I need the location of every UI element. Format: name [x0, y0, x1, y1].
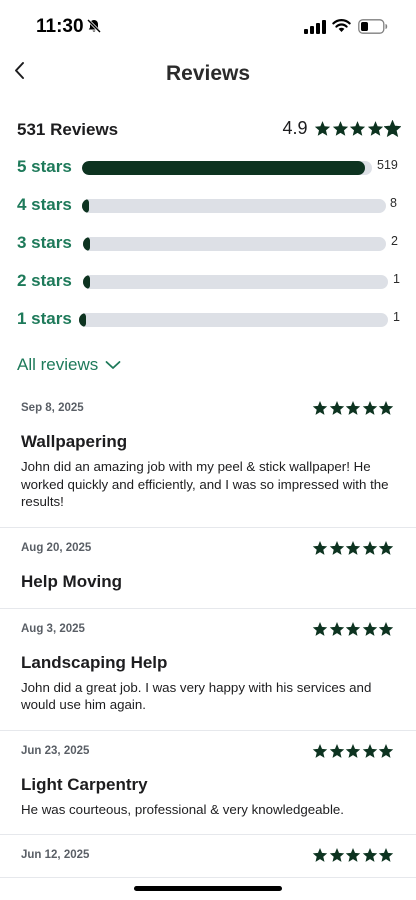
review-item: Jun 12, 2025: [0, 835, 416, 878]
review-count: 531 Reviews: [17, 120, 119, 139]
star-filled-icon: [312, 540, 328, 555]
star-filled-icon: [345, 540, 361, 555]
star-filled-icon: [329, 621, 344, 636]
rating-bar-fill: [82, 161, 366, 175]
star-filled-icon: [312, 621, 328, 636]
star-filled-icon: [349, 121, 366, 136]
star-filled-icon: [362, 621, 377, 636]
star-filled-icon: [312, 848, 328, 862]
star-filled-icon: [329, 743, 344, 758]
status-time: 11:30: [36, 16, 84, 37]
rating-bar-fill: [83, 275, 90, 289]
rating-bar-track: [83, 275, 388, 289]
review-item: Sep 8, 2025 Wallpapering John did an amazi…: [0, 388, 416, 528]
review-title: Help Moving: [21, 571, 123, 591]
rating-row-label: 5 stars: [17, 157, 72, 176]
star-filled-icon: [329, 540, 344, 555]
rating-row-count: 8: [390, 196, 397, 210]
star-filled-icon: [329, 401, 344, 415]
star-filled-icon: [329, 848, 344, 862]
rating-row-3-stars[interactable]: 3 stars 2: [17, 230, 401, 268]
rating-row-count: 1: [393, 272, 400, 286]
rating-bar-track: [82, 199, 386, 213]
review-title: Light Carpentry: [21, 774, 148, 794]
review-list: Sep 8, 2025 Wallpapering John did an amazi…: [0, 388, 416, 878]
review-item: Aug 20, 2025 Help Moving: [0, 528, 416, 609]
review-rating-stars: [312, 400, 395, 416]
review-item: Aug 3, 2025 Landscaping Help John did a gr…: [0, 609, 416, 731]
star-filled-icon: [312, 401, 328, 415]
rating-row-2-stars[interactable]: 2 stars 1: [17, 268, 401, 306]
rating-row-label: 3 stars: [17, 233, 72, 252]
all-reviews-label: All reviews: [17, 355, 99, 374]
rating-row-count: 1: [393, 310, 400, 324]
battery-icon: [358, 19, 388, 34]
review-title: Landscaping Help: [21, 652, 168, 672]
review-rating-stars: [312, 621, 395, 637]
review-body: He was courteous, professional & very kn…: [21, 801, 344, 817]
star-filled-icon: [345, 621, 361, 636]
review-rating-stars: [312, 743, 395, 759]
rating-bar-track: [79, 313, 388, 327]
rating-summary: 531 Reviews 4.9: [17, 118, 401, 142]
average-rating-value: 4.9: [282, 118, 308, 138]
review-body: John did a great job. I was very happy w…: [21, 679, 372, 713]
star-filled-icon: [362, 743, 377, 758]
rating-breakdown: 5 stars 519 4 stars 8 3 stars 2 2 stars 1 1 star…: [17, 154, 401, 344]
wifi-icon: [332, 19, 351, 32]
rating-row-label: 2 stars: [17, 271, 72, 290]
average-rating-stars: [314, 120, 401, 137]
review-rating-stars: [312, 540, 395, 556]
star-filled-icon: [345, 401, 361, 415]
rating-bar-track: [82, 161, 372, 175]
rating-row-label: 1 stars: [17, 309, 72, 328]
page-title: Reviews: [165, 62, 251, 85]
all-reviews-dropdown[interactable]: All reviews: [17, 355, 121, 375]
bell-off-icon: [86, 18, 102, 34]
star-filled-icon: [378, 621, 394, 636]
star-filled-icon: [362, 540, 377, 555]
rating-bar-fill: [82, 199, 89, 213]
star-filled-icon: [378, 743, 394, 758]
status-bar: 11:30: [0, 0, 416, 54]
review-rating-stars: [312, 847, 395, 863]
star-filled-icon: [314, 121, 331, 136]
home-indicator: [134, 886, 282, 891]
rating-bar-fill: [83, 237, 90, 251]
review-item: Jun 23, 2025 Light Carpentry He was courte…: [0, 731, 416, 835]
star-filled-icon: [362, 848, 377, 862]
star-filled-icon: [362, 401, 377, 415]
rating-row-count: 2: [391, 234, 398, 248]
star-filled-icon: [312, 743, 328, 758]
average-rating: 4.9: [282, 118, 401, 139]
rating-row-label: 4 stars: [17, 195, 72, 214]
rating-bar-track: [83, 237, 386, 251]
star-filled-icon: [345, 848, 361, 862]
chevron-down-icon: [105, 361, 121, 369]
star-filled-icon: [378, 848, 394, 862]
review-title: Wallpapering: [21, 432, 128, 451]
star-filled-icon: [345, 743, 361, 758]
star-filled-icon: [378, 540, 394, 555]
rating-row-1-stars[interactable]: 1 stars 1: [17, 306, 401, 344]
rating-row-5-stars[interactable]: 5 stars 519: [17, 154, 401, 192]
star-half-icon: [384, 120, 401, 137]
nav-header: Reviews: [0, 54, 416, 94]
star-filled-icon: [378, 401, 394, 415]
cellular-signal-icon: [304, 20, 326, 34]
rating-bar-fill: [79, 313, 86, 327]
review-body: John did an amazing job with my peel & s…: [21, 459, 389, 509]
star-filled-icon: [367, 121, 383, 136]
star-filled-icon: [332, 121, 348, 136]
rating-row-count: 519: [377, 158, 398, 172]
rating-row-4-stars[interactable]: 4 stars 8: [17, 192, 401, 230]
